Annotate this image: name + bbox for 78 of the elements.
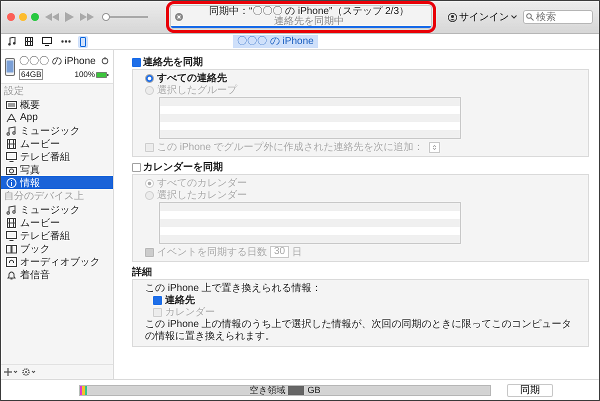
section-heading: 連絡先を同期	[143, 56, 203, 69]
tv-icon	[6, 152, 17, 162]
sidebar-item[interactable]: ミュージック	[1, 203, 113, 216]
sidebar-item[interactable]: ミュージック	[1, 124, 113, 137]
checkbox[interactable]	[153, 296, 162, 304]
section-heading: 詳細	[132, 266, 152, 279]
sidebar-item[interactable]: テレビ番組	[1, 150, 113, 163]
close-button[interactable]	[7, 13, 15, 21]
cancel-icon[interactable]	[175, 13, 183, 21]
section-label: 自分のデバイス上	[3, 191, 85, 203]
sync-button[interactable]: 同期	[507, 384, 553, 396]
sign-in-button[interactable]: サインイン	[448, 10, 517, 24]
music-icon	[6, 126, 17, 136]
radio-label: 選択したカレンダー	[157, 189, 247, 202]
bell-icon	[6, 270, 17, 280]
music-icon	[6, 204, 17, 214]
checkbox-label: カレンダー	[165, 306, 215, 318]
tv-tab[interactable]	[40, 36, 54, 47]
phone-icon	[5, 58, 15, 76]
app-icon	[6, 112, 17, 122]
play-icon[interactable]	[65, 12, 74, 22]
device-name: 〇〇〇 の iPhone	[19, 55, 96, 68]
radio-label: すべての連絡先	[157, 72, 227, 85]
movies-tab[interactable]	[23, 36, 35, 47]
checkbox-label: イベントを同期する日数	[157, 246, 267, 259]
rewind-icon[interactable]	[45, 13, 59, 21]
film-icon	[6, 138, 17, 148]
checkbox-label: この iPhone でグループ外に作成された連絡先を次に追加：	[157, 140, 424, 154]
checkbox[interactable]	[132, 162, 141, 172]
radio-label: すべてのカレンダー	[157, 177, 247, 190]
storage-label: 空き領域	[249, 384, 286, 396]
checkbox-label: 連絡先	[165, 294, 195, 307]
list-icon	[6, 100, 17, 110]
zoom-button[interactable]	[31, 13, 39, 21]
device-tab[interactable]	[78, 36, 88, 48]
stepper-icon	[432, 144, 437, 150]
info-icon	[6, 178, 17, 188]
section-heading: カレンダーを同期	[143, 160, 223, 174]
sidebar-item[interactable]: 情報	[1, 176, 113, 189]
sidebar-item[interactable]: 概要	[1, 98, 113, 111]
redaction-block	[288, 386, 304, 394]
sidebar-item[interactable]: 着信音	[1, 268, 113, 281]
status-subtitle: 連絡先を同期中	[274, 17, 344, 27]
camera-icon	[6, 164, 17, 174]
sidebar-item[interactable]: ムービー	[1, 216, 113, 229]
sidebar-item[interactable]: テレビ番組	[1, 229, 113, 242]
sidebar-item[interactable]: ブック	[1, 242, 113, 255]
checkbox[interactable]	[132, 58, 141, 66]
battery-percent: 100%	[74, 70, 95, 79]
sidebar-item[interactable]: 写真	[1, 163, 113, 176]
device-tab[interactable]: 〇〇〇 の iPhone	[233, 35, 318, 48]
more-tab[interactable]	[59, 39, 73, 44]
unit-label: 日	[292, 246, 302, 259]
battery-icon	[96, 72, 109, 78]
film-icon	[6, 218, 17, 228]
add-icon[interactable]	[4, 368, 18, 376]
gear-icon[interactable]	[22, 368, 36, 376]
radio-button[interactable]	[145, 74, 154, 82]
radio-label: 選択したグループ	[157, 84, 237, 97]
info-note: この iPhone 上の情報のうち上で選択した情報が、次回の同期のときに限ってこのコンピュータの情報に置き換えられます。	[145, 319, 573, 343]
panel-heading: この iPhone 上で置き換えられる情報：	[145, 282, 322, 294]
sidebar-item[interactable]: オーディオブック	[1, 255, 113, 268]
storage-unit: GB	[307, 384, 320, 396]
group-dropdown[interactable]	[428, 142, 440, 152]
sidebar-item[interactable]: App	[1, 111, 113, 124]
volume-slider[interactable]	[104, 13, 148, 21]
sidebar-item[interactable]: ムービー	[1, 137, 113, 150]
capacity-badge: 64GB	[19, 69, 44, 80]
fast-forward-icon[interactable]	[80, 13, 94, 21]
volume-thumb[interactable]	[102, 13, 110, 21]
search-icon	[526, 13, 534, 21]
caret-icon	[511, 15, 517, 19]
sync-icon[interactable]	[101, 57, 109, 65]
person-icon	[448, 12, 457, 22]
music-tab[interactable]	[6, 36, 18, 47]
search-field[interactable]: 検索	[523, 10, 593, 24]
section-label: 設定	[3, 86, 25, 98]
tv-icon	[6, 230, 17, 240]
